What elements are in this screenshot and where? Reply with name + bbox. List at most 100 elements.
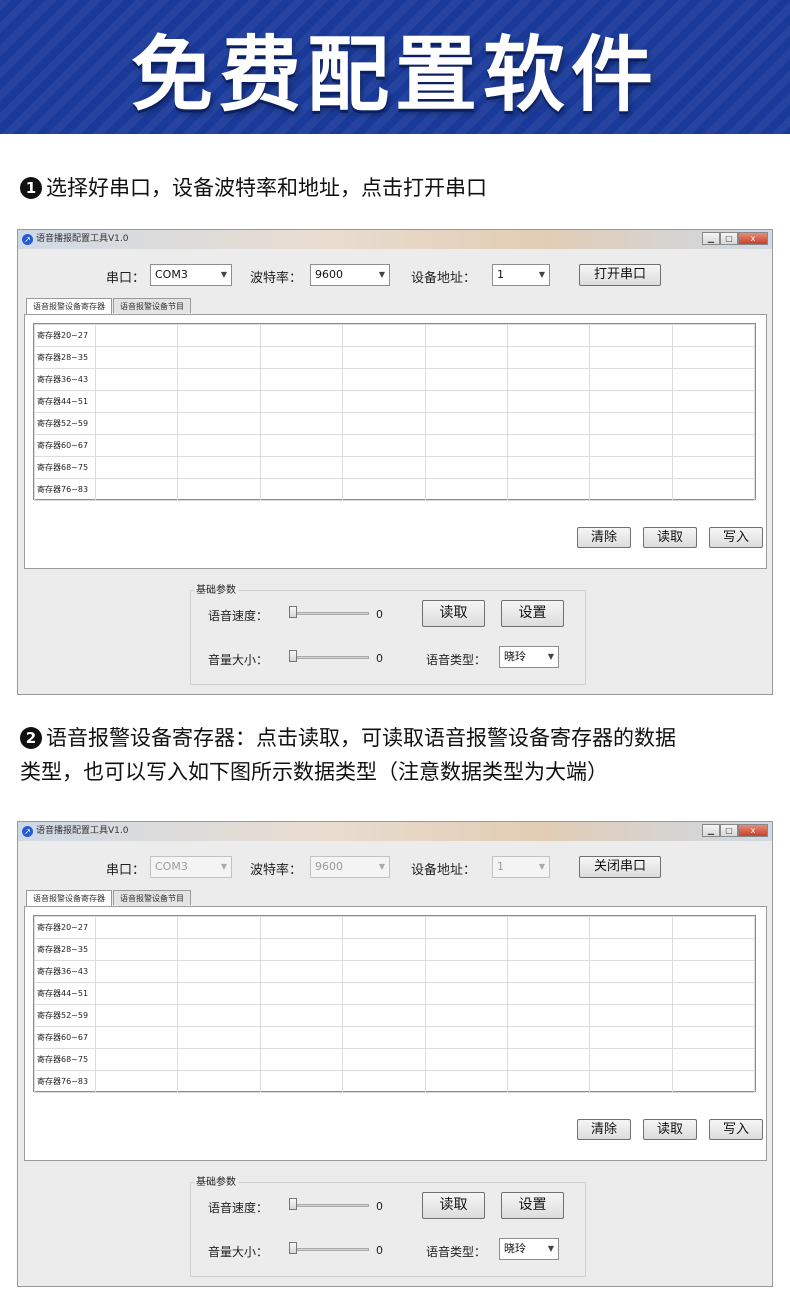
speed-slider-thumb[interactable] [289,1198,297,1210]
maximize-button[interactable]: □ [720,824,738,837]
address-label: 设备地址： [411,863,477,878]
speed-value: 0 [376,608,383,621]
param-set-button[interactable]: 设置 [501,600,564,627]
baud-value: 9600 [315,268,343,281]
row-header: 寄存器20~27 [34,324,96,347]
close-port-button[interactable]: 关闭串口 [579,856,661,878]
write-button[interactable]: 写入 [709,1119,763,1140]
table-row: 寄存器20~27 [34,324,756,347]
title-bar: ↗ 语音播报配置工具V1.0 ▁ □ x [18,822,772,841]
dropdown-arrow-icon: ▼ [220,270,227,279]
tab-registers[interactable]: 语音报警设备寄存器 [26,298,112,314]
app-icon: ↗ [22,234,33,245]
read-button[interactable]: 读取 [643,527,697,548]
row-header: 寄存器76~83 [34,1070,96,1093]
close-button[interactable]: x [738,824,768,837]
row-header: 寄存器36~43 [34,960,96,983]
param-read-button[interactable]: 读取 [422,600,485,627]
baud-select: 9600 ▼ [310,856,390,878]
tab-programs[interactable]: 语音报警设备节目 [113,298,191,313]
voice-type-value: 晓玲 [504,1242,526,1255]
dropdown-arrow-icon: ▼ [538,270,545,279]
volume-slider-thumb[interactable] [289,650,297,662]
read-button[interactable]: 读取 [643,1119,697,1140]
dropdown-arrow-icon: ▼ [378,270,385,279]
speed-slider-thumb[interactable] [289,606,297,618]
table-row: 寄存器60~67 [34,434,756,457]
maximize-button[interactable]: □ [720,232,738,245]
row-header: 寄存器68~75 [34,456,96,479]
table-row: 寄存器44~51 [34,390,756,413]
row-header: 寄存器68~75 [34,1048,96,1071]
row-header: 寄存器76~83 [34,478,96,501]
address-value: 1 [497,268,504,281]
step-2-instruction: 2 语音报警设备寄存器：点击读取，可读取语音报警设备寄存器的数据 [20,722,676,754]
banner: 免费配置软件 [0,0,790,134]
volume-value: 0 [376,652,383,665]
register-grid: 寄存器20~27 寄存器28~35 寄存器36~43 寄存器44~51 寄存器5… [33,323,756,501]
step-2-instruction-cont: 类型，也可以写入如下图所示数据类型（注意数据类型为大端） [20,756,608,788]
table-row: 寄存器44~51 [34,982,756,1005]
write-button[interactable]: 写入 [709,527,763,548]
registers-panel: 寄存器20~27 寄存器28~35 寄存器36~43 寄存器44~51 寄存器5… [24,314,767,569]
clear-button[interactable]: 清除 [577,1119,631,1140]
step-2-number-icon: 2 [20,727,42,749]
voice-type-value: 晓玲 [504,650,526,663]
port-select[interactable]: COM3 ▼ [150,264,232,286]
voice-type-select[interactable]: 晓玲 ▼ [499,1238,559,1260]
param-set-button[interactable]: 设置 [501,1192,564,1219]
minimize-button[interactable]: ▁ [702,824,720,837]
config-window-2: ↗ 语音播报配置工具V1.0 ▁ □ x 串口： COM3 ▼ 波特率： 9600… [17,821,773,1287]
volume-slider-thumb[interactable] [289,1242,297,1254]
address-label: 设备地址： [411,271,477,286]
registers-panel: 寄存器20~27 寄存器28~35 寄存器36~43 寄存器44~51 寄存器5… [24,906,767,1161]
baud-select[interactable]: 9600 ▼ [310,264,390,286]
table-row: 寄存器68~75 [34,456,756,479]
table-row: 寄存器52~59 [34,1004,756,1027]
dropdown-arrow-icon: ▼ [538,862,545,871]
speed-slider-track[interactable] [289,1204,369,1207]
port-value: COM3 [155,268,188,281]
table-row: 寄存器60~67 [34,1026,756,1049]
config-window-1: ↗ 语音播报配置工具V1.0 ▁ □ x 串口： COM3 ▼ 波特率： 9600… [17,229,773,695]
speed-value: 0 [376,1200,383,1213]
volume-slider-track[interactable] [289,656,369,659]
tab-programs[interactable]: 语音报警设备节目 [113,890,191,905]
row-header: 寄存器52~59 [34,1004,96,1027]
minimize-button[interactable]: ▁ [702,232,720,245]
tab-registers[interactable]: 语音报警设备寄存器 [26,890,112,906]
step-1-text: 选择好串口，设备波特率和地址，点击打开串口 [46,176,487,200]
port-label: 串口： [106,271,146,286]
window-title: 语音播报配置工具V1.0 [36,234,129,244]
voice-type-label: 语音类型： [426,1245,487,1259]
row-header: 寄存器44~51 [34,982,96,1005]
close-button[interactable]: x [738,232,768,245]
step-2-text-line2: 类型，也可以写入如下图所示数据类型（注意数据类型为大端） [20,760,608,784]
row-header: 寄存器28~35 [34,346,96,369]
clear-button[interactable]: 清除 [577,527,631,548]
baud-label: 波特率： [250,863,303,878]
row-header: 寄存器60~67 [34,434,96,457]
baud-label: 波特率： [250,271,303,286]
step-1-number-icon: 1 [20,177,42,199]
voice-type-label: 语音类型： [426,653,487,667]
row-header: 寄存器44~51 [34,390,96,413]
volume-slider-track[interactable] [289,1248,369,1251]
open-port-button[interactable]: 打开串口 [579,264,661,286]
table-row: 寄存器36~43 [34,960,756,983]
banner-title: 免费配置软件 [130,27,659,123]
table-row: 寄存器28~35 [34,346,756,369]
step-2-text-line1: 语音报警设备寄存器：点击读取，可读取语音报警设备寄存器的数据 [46,726,676,750]
address-select[interactable]: 1 ▼ [492,264,550,286]
param-read-button[interactable]: 读取 [422,1192,485,1219]
speed-slider-track[interactable] [289,612,369,615]
port-label: 串口： [106,863,146,878]
voice-type-select[interactable]: 晓玲 ▼ [499,646,559,668]
baud-value: 9600 [315,860,343,873]
register-grid: 寄存器20~27 寄存器28~35 寄存器36~43 寄存器44~51 寄存器5… [33,915,756,1093]
dropdown-arrow-icon: ▼ [378,862,385,871]
address-select: 1 ▼ [492,856,550,878]
table-row: 寄存器20~27 [34,916,756,939]
window-title: 语音播报配置工具V1.0 [36,826,129,836]
speed-label: 语音速度： [208,1201,269,1215]
